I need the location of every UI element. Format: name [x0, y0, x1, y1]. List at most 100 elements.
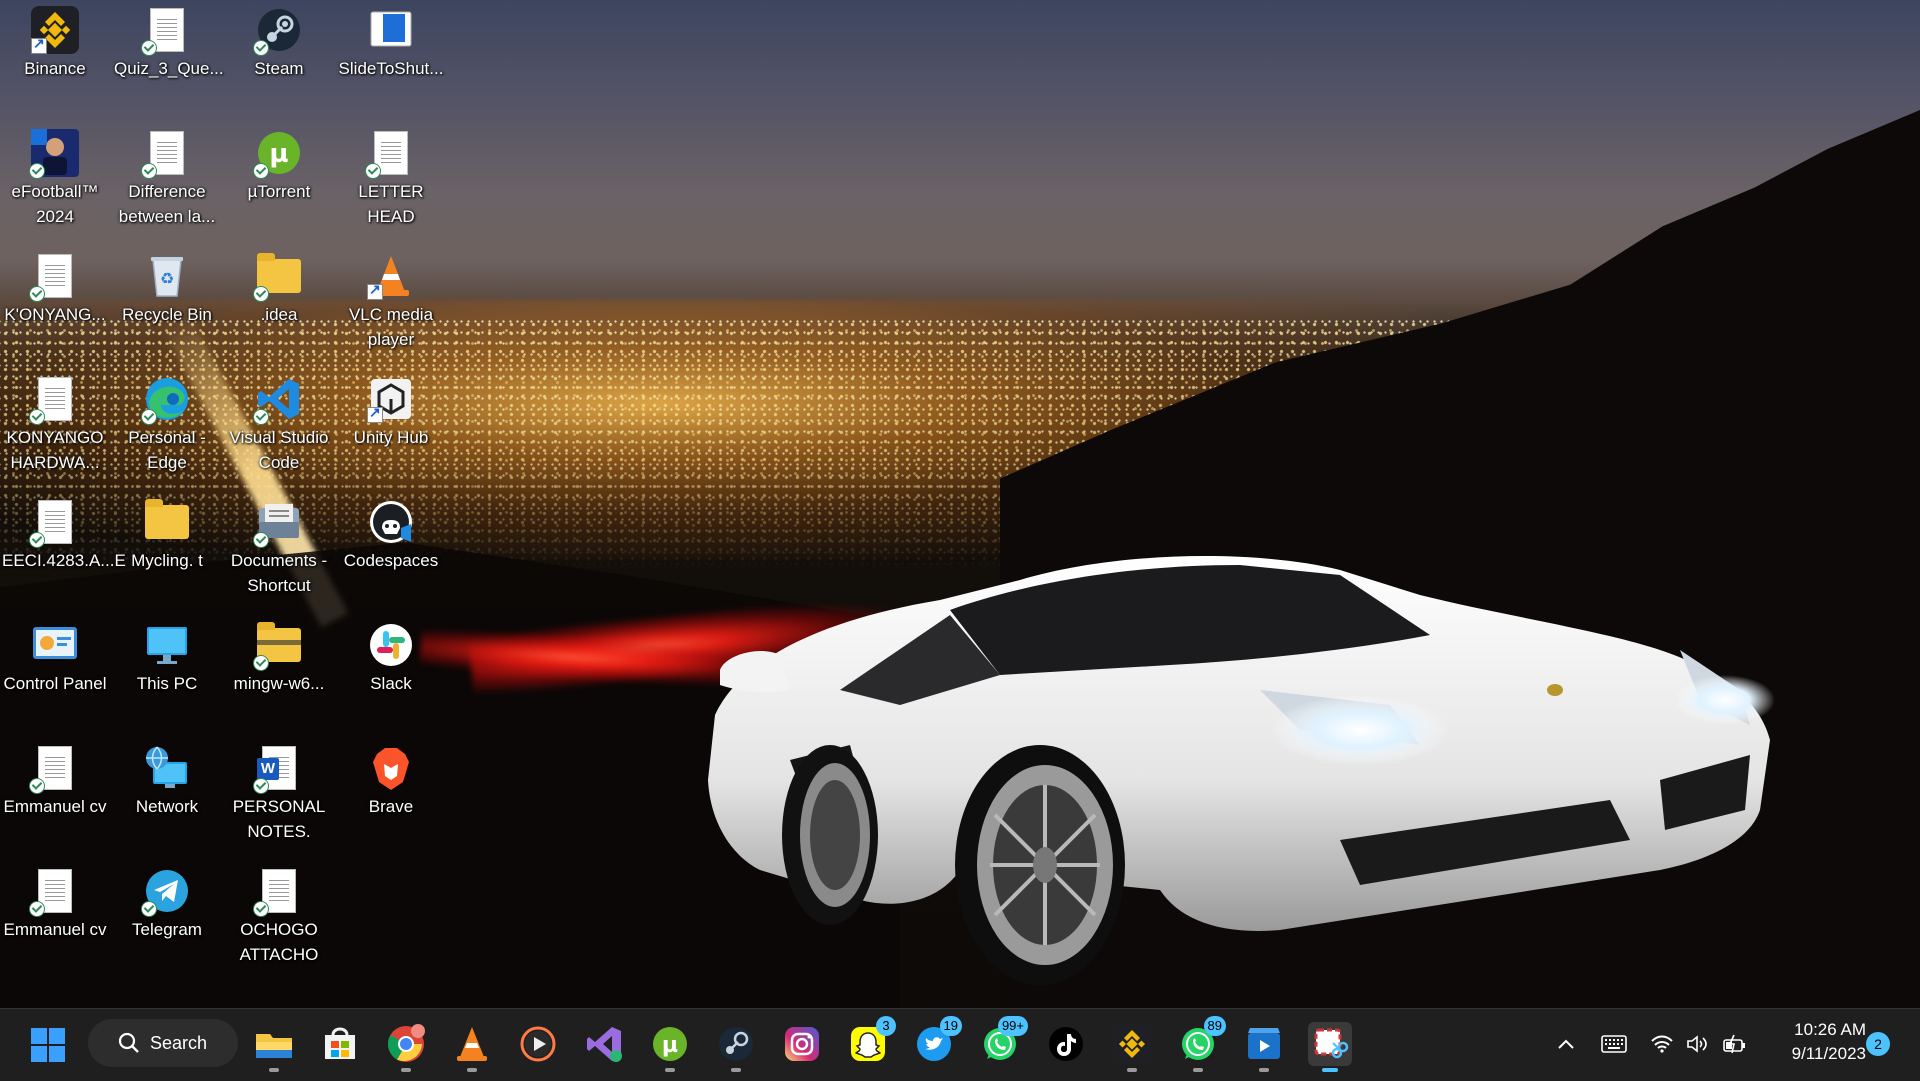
desktop-icon-vscode[interactable]: Visual Studio Code	[224, 371, 334, 475]
chevron-up-icon	[1558, 1039, 1574, 1049]
icon-label: K'ONYANG...	[4, 305, 106, 324]
icon-label: eFootball™ 2024	[11, 182, 99, 226]
video-editor-icon	[1248, 1028, 1280, 1059]
show-hidden-icons-button[interactable]	[1552, 1026, 1580, 1062]
document-icon	[365, 129, 415, 179]
tiktok-icon	[1049, 1027, 1083, 1061]
taskbar-snapchat[interactable]: 3	[846, 1016, 896, 1066]
taskbar-whatsapp-business[interactable]: 89	[1176, 1016, 1226, 1072]
desktop-icon-telegram[interactable]: Telegram	[112, 863, 222, 942]
desktop-icon-control-panel[interactable]: Control Panel	[0, 617, 110, 696]
steam-icon	[719, 1027, 753, 1061]
desktop-icon-ochogo-attacho[interactable]: OCHOGO ATTACHO	[224, 863, 334, 967]
speaker-icon	[1687, 1035, 1707, 1053]
desktop-icon-brave[interactable]: Brave	[336, 740, 446, 819]
document-icon	[29, 498, 79, 548]
icon-label: Visual Studio Code	[229, 428, 329, 472]
desktop-icon-network[interactable]: Network	[112, 740, 222, 819]
taskbar-video-editor[interactable]	[1242, 1022, 1286, 1072]
battery-tray-button[interactable]	[1720, 1026, 1750, 1062]
taskbar-file-explorer[interactable]	[252, 1022, 296, 1072]
sync-status-icon	[253, 286, 269, 302]
taskbar-whatsapp[interactable]: 99+	[978, 1016, 1028, 1066]
document-icon	[141, 6, 191, 56]
icon-label: KONYANGO HARDWA...	[6, 428, 104, 472]
desktop-icon-eeci[interactable]: EECI.4283.A...E	[0, 494, 126, 573]
desktop-icon-codespaces[interactable]: Codespaces	[336, 494, 446, 573]
desktop-icon-recycle-bin[interactable]: ♻ Recycle Bin	[112, 248, 222, 327]
desktop-icon-vlc[interactable]: VLC media player	[336, 248, 446, 352]
zip-folder-icon	[253, 621, 303, 671]
desktop-icon-slack[interactable]: Slack	[336, 617, 446, 696]
taskbar-utorrent[interactable]: µ	[648, 1022, 692, 1072]
taskbar-snipping-tool[interactable]	[1308, 1022, 1352, 1072]
icon-label: Unity Hub	[353, 428, 429, 447]
desktop-icon-difference[interactable]: Difference between la...	[112, 125, 222, 229]
media-player-icon	[520, 1026, 556, 1062]
desktop-icon-mycling[interactable]: Mycling. t	[112, 494, 222, 573]
running-indicator	[1193, 1068, 1203, 1072]
taskbar-binance[interactable]	[1110, 1022, 1154, 1072]
desktop-icon-konyango-hardware[interactable]: KONYANGO HARDWA...	[0, 371, 110, 475]
desktop-icon-idea[interactable]: .idea	[224, 248, 334, 327]
sync-status-icon	[253, 901, 269, 917]
brave-icon	[367, 744, 415, 792]
desktop-icon-quiz[interactable]: Quiz_3_Que...	[112, 2, 224, 81]
icon-label: Control Panel	[3, 674, 107, 693]
desktop-icon-emmanuel-cv-2[interactable]: Emmanuel cv	[0, 863, 110, 942]
desktop-icon-unity-hub[interactable]: Unity Hub	[336, 371, 446, 450]
unity-hub-icon	[367, 375, 415, 423]
icon-label: Binance	[24, 59, 86, 78]
vlc-icon	[367, 252, 415, 300]
notification-center-badge[interactable]: 2	[1866, 1032, 1890, 1056]
running-indicator	[269, 1068, 279, 1072]
desktop-icon-slidetoshutdown[interactable]: SlideToShut...	[336, 2, 446, 81]
taskbar-steam[interactable]	[714, 1022, 758, 1072]
icon-label: Emmanuel cv	[3, 797, 107, 816]
running-indicator	[1127, 1068, 1137, 1072]
desktop-icon-mingw[interactable]: mingw-w6...	[224, 617, 334, 696]
document-icon	[29, 867, 79, 917]
icon-label: Difference between la...	[118, 182, 216, 226]
desktop-icon-binance[interactable]: Binance	[0, 2, 110, 81]
desktop-icon-steam[interactable]: Steam	[224, 2, 334, 81]
folder-icon	[253, 252, 303, 302]
sync-status-icon	[29, 286, 45, 302]
desktop-icon-personal-notes[interactable]: W PERSONAL NOTES.	[224, 740, 334, 844]
taskbar-media-player[interactable]	[516, 1022, 560, 1066]
icon-label: OCHOGO ATTACHO	[239, 920, 319, 964]
desktop-icon-documents-shortcut[interactable]: Documents - Shortcut	[224, 494, 334, 598]
network-icon	[143, 744, 191, 792]
taskbar-twitter[interactable]: 19	[912, 1016, 962, 1066]
notification-badge: 99+	[997, 1016, 1028, 1036]
network-tray-button[interactable]	[1648, 1026, 1676, 1062]
desktop-icon-this-pc[interactable]: This PC	[112, 617, 222, 696]
icon-label: .idea	[260, 305, 298, 324]
sync-status-icon	[253, 778, 269, 794]
desktop-icon-personal-edge[interactable]: Personal - Edge	[112, 371, 222, 475]
desktop-icon-konyang[interactable]: K'ONYANG...	[0, 248, 110, 327]
running-indicator	[731, 1068, 741, 1072]
taskbar-vlc[interactable]	[450, 1022, 494, 1072]
recycle-bin-icon: ♻	[143, 252, 191, 300]
sync-status-icon	[253, 163, 269, 179]
clock-time: 10:26 AM	[1794, 1020, 1866, 1039]
steam-icon	[253, 6, 303, 56]
desktop-icon-emmanuel-cv-1[interactable]: Emmanuel cv	[0, 740, 110, 819]
sync-status-icon	[253, 655, 269, 671]
clock[interactable]: 10:26 AM 9/11/2023	[1756, 1018, 1866, 1066]
desktop-icon-utorrent[interactable]: µ µTorrent	[224, 125, 334, 204]
taskbar-microsoft-store[interactable]	[318, 1022, 362, 1066]
taskbar-search-box[interactable]: Search	[88, 1019, 238, 1067]
microsoft-store-icon	[325, 1027, 355, 1059]
taskbar-chrome[interactable]	[384, 1022, 428, 1072]
taskbar-visual-studio[interactable]	[582, 1022, 626, 1066]
start-button[interactable]	[26, 1023, 70, 1067]
desktop-icon-efootball[interactable]: eFootball™ 2024	[0, 125, 110, 229]
keyboard-icon	[1601, 1035, 1627, 1053]
taskbar-tiktok[interactable]	[1044, 1022, 1088, 1066]
touch-keyboard-button[interactable]	[1598, 1026, 1630, 1062]
volume-tray-button[interactable]	[1684, 1026, 1712, 1062]
desktop-icon-letter-head[interactable]: LETTER HEAD	[336, 125, 446, 229]
taskbar-instagram[interactable]	[780, 1022, 824, 1066]
